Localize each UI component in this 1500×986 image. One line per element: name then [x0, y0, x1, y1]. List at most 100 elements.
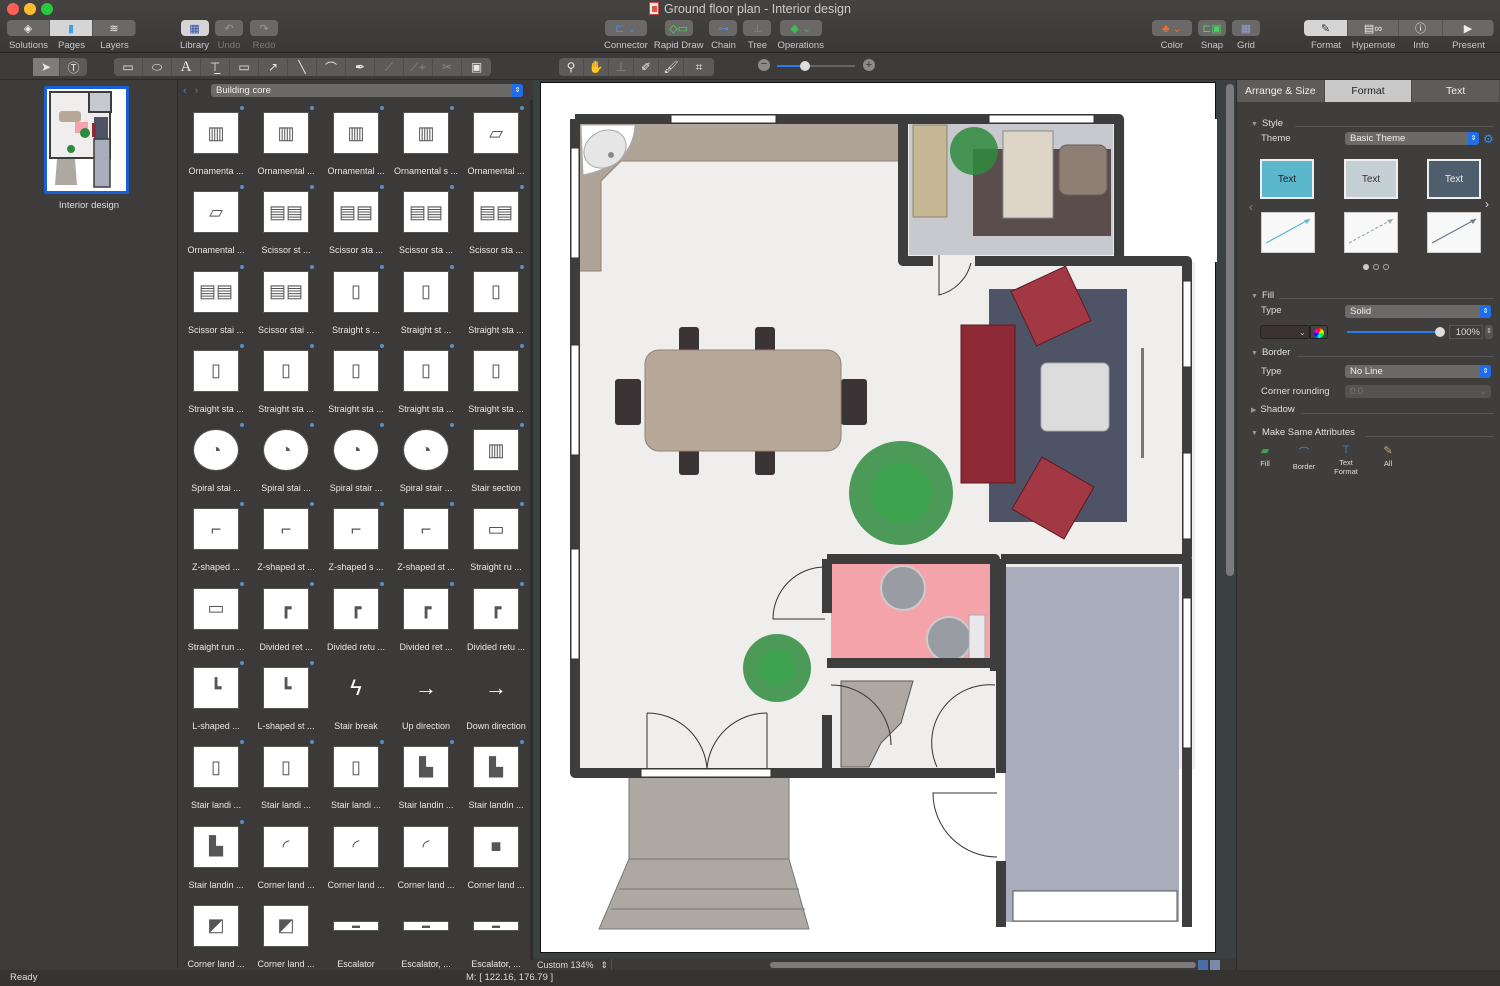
ellipse-tool[interactable]: ⬭ — [143, 58, 172, 76]
library-shape[interactable]: ▥ Ornamental s ... — [391, 104, 461, 183]
library-shape[interactable]: ■ Corner land ... — [461, 818, 531, 897]
make-same-text-format-button[interactable]: T Text Format — [1329, 444, 1363, 476]
fill-color-well[interactable]: ⌄ — [1260, 325, 1310, 339]
rectangle-tool[interactable]: ▭ — [114, 58, 143, 76]
grid-button[interactable]: ▦ Grid — [1232, 20, 1260, 51]
library-shape[interactable]: ▙ Stair landin ... — [391, 738, 461, 817]
hypernote-button[interactable]: ▤∞ Hypernote — [1348, 20, 1399, 51]
border-type-select[interactable]: No Line ⇕ — [1345, 365, 1491, 378]
styles-prev-icon[interactable]: ‹ — [1249, 200, 1253, 214]
arc-tool[interactable]: ⌒ — [317, 58, 346, 76]
styles-next-icon[interactable]: › — [1485, 197, 1489, 211]
library-shape[interactable]: ◩ Corner land ... — [181, 897, 251, 976]
library-shape[interactable]: ▯ Straight sta ... — [391, 342, 461, 421]
library-shape[interactable]: ⌐ Z-shaped st ... — [391, 500, 461, 579]
opacity-slider-thumb[interactable] — [1435, 327, 1445, 337]
fit-page-icon[interactable] — [1198, 960, 1208, 970]
rapid-draw-button[interactable]: ◇▭ Rapid Draw — [654, 20, 703, 51]
library-shape[interactable]: ◔ Spiral stair ... — [391, 421, 461, 500]
pointer-tool[interactable]: ➤ — [33, 58, 60, 76]
library-shape[interactable]: ▤▤ Scissor stai ... — [251, 263, 321, 342]
library-shape[interactable]: ▥ Stair section — [461, 421, 531, 500]
library-shape[interactable]: ▙ Stair landin ... — [461, 738, 531, 817]
library-shape[interactable]: ┏ Divided ret ... — [391, 580, 461, 659]
library-shape[interactable]: ▤▤ Scissor sta ... — [461, 183, 531, 262]
library-shape[interactable]: ▥ Ornamental ... — [251, 104, 321, 183]
textbox-tool[interactable]: ⊤̲ — [201, 58, 230, 76]
library-shape[interactable]: ┗ L-shaped ... — [181, 659, 251, 738]
library-shape[interactable]: ▯ Stair landi ... — [181, 738, 251, 817]
make-same-border-button[interactable]: ⌒ Border — [1289, 444, 1319, 471]
zoom-tool[interactable]: ⚲ — [559, 58, 584, 76]
present-button[interactable]: ▶ Present — [1443, 20, 1494, 51]
library-shape[interactable]: ┏ Divided ret ... — [251, 580, 321, 659]
add-point-tool[interactable]: ⟋+ — [404, 58, 433, 76]
library-shape[interactable]: ┗ L-shaped st ... — [251, 659, 321, 738]
layers-button[interactable]: ≋ Layers — [93, 20, 136, 51]
library-shape[interactable]: ┏ Divided retu ... — [321, 580, 391, 659]
snap-button[interactable]: ⊏▣ Snap — [1198, 20, 1226, 51]
drawing-page[interactable] — [540, 82, 1217, 953]
insert-shape-tool[interactable]: ▣ — [462, 58, 491, 76]
arrow-tool[interactable]: ↗ — [259, 58, 288, 76]
theme-select[interactable]: Basic Theme ⇕ — [1345, 132, 1479, 145]
border-section-header[interactable]: ▼ Border — [1251, 347, 1290, 358]
shadow-section-header[interactable]: ▶ Shadow — [1251, 404, 1295, 415]
library-shape[interactable]: ⌐ Z-shaped s ... — [321, 500, 391, 579]
color-button[interactable]: ♣ ⌄ Color — [1152, 20, 1192, 51]
library-shape[interactable]: ┏ Divided retu ... — [461, 580, 531, 659]
library-shape[interactable]: ϟ Stair break — [321, 659, 391, 738]
line-style-preset-1[interactable] — [1261, 212, 1315, 253]
library-shape[interactable]: ◜ Corner land ... — [321, 818, 391, 897]
library-shape[interactable]: ▯ Straight sta ... — [181, 342, 251, 421]
pan-tool[interactable]: ✋ — [584, 58, 609, 76]
library-shape[interactable]: ▥ Ornamental ... — [321, 104, 391, 183]
library-shape[interactable]: ◔ Spiral stai ... — [251, 421, 321, 500]
line-tool[interactable]: ╲ — [288, 58, 317, 76]
library-forward-icon[interactable]: › — [195, 85, 199, 97]
library-shape[interactable]: ◔ Spiral stair ... — [321, 421, 391, 500]
library-shape[interactable]: ▯ Stair landi ... — [321, 738, 391, 817]
library-shape[interactable]: ▯ Straight sta ... — [461, 263, 531, 342]
library-shape[interactable]: ▯ Straight s ... — [321, 263, 391, 342]
callout-tool[interactable]: ▭ — [230, 58, 259, 76]
line-style-preset-3[interactable] — [1427, 212, 1481, 253]
canvas-area[interactable] — [534, 80, 1236, 958]
library-shape[interactable]: ⌐ Z-shaped st ... — [251, 500, 321, 579]
tab-arrange-size[interactable]: Arrange & Size — [1237, 80, 1325, 102]
redo-button[interactable]: ↷ Redo — [250, 20, 278, 51]
library-shape[interactable]: ▬ Escalator — [321, 897, 391, 976]
bezier-edit-tool[interactable]: ⟋ — [375, 58, 404, 76]
make-same-fill-button[interactable]: ▰ Fill — [1251, 444, 1279, 468]
library-shape[interactable]: ◜ Corner land ... — [391, 818, 461, 897]
library-shape[interactable]: → Up direction — [391, 659, 461, 738]
library-shape[interactable]: ▯ Stair landi ... — [251, 738, 321, 817]
library-shape[interactable]: ▯ Straight st ... — [391, 263, 461, 342]
library-shape[interactable]: ▱ Ornamental ... — [461, 104, 531, 183]
zoom-slider[interactable] — [777, 61, 855, 71]
zoom-in-button[interactable]: + — [863, 59, 875, 71]
page-dot[interactable] — [1383, 264, 1389, 270]
delete-point-tool[interactable]: ✂ — [433, 58, 462, 76]
library-shape[interactable]: ⌐ Z-shaped ... — [181, 500, 251, 579]
library-button[interactable]: ▦ Library — [180, 20, 209, 51]
connector-button[interactable]: ⊏ ⌄ Connector — [604, 20, 648, 51]
chain-button[interactable]: ⊶ Chain — [709, 20, 738, 51]
opacity-stepper[interactable]: ⇕ — [1485, 325, 1493, 339]
operations-button[interactable]: ◆ ⌄ Operations — [777, 20, 824, 51]
tab-format[interactable]: Format — [1324, 80, 1413, 102]
style-section-header[interactable]: ▼ Style — [1251, 118, 1283, 129]
library-shape[interactable]: ◩ Corner land ... — [251, 897, 321, 976]
actual-size-icon[interactable] — [1210, 960, 1220, 970]
library-select[interactable]: Building core ⇕ — [211, 84, 523, 97]
style-preset-2[interactable]: Text — [1344, 159, 1398, 199]
style-preset-3[interactable]: Text — [1427, 159, 1481, 199]
library-shape[interactable]: ▤▤ Scissor sta ... — [321, 183, 391, 262]
pages-button[interactable]: ▮ Pages — [50, 20, 93, 51]
color-picker-button[interactable] — [1310, 325, 1328, 339]
library-shape[interactable]: ◜ Corner land ... — [251, 818, 321, 897]
library-shape[interactable]: ▙ Stair landin ... — [181, 818, 251, 897]
library-scrollbar[interactable] — [530, 100, 533, 960]
fill-type-select[interactable]: Solid ⇕ — [1345, 305, 1491, 318]
library-shape[interactable]: ▱ Ornamental ... — [181, 183, 251, 262]
